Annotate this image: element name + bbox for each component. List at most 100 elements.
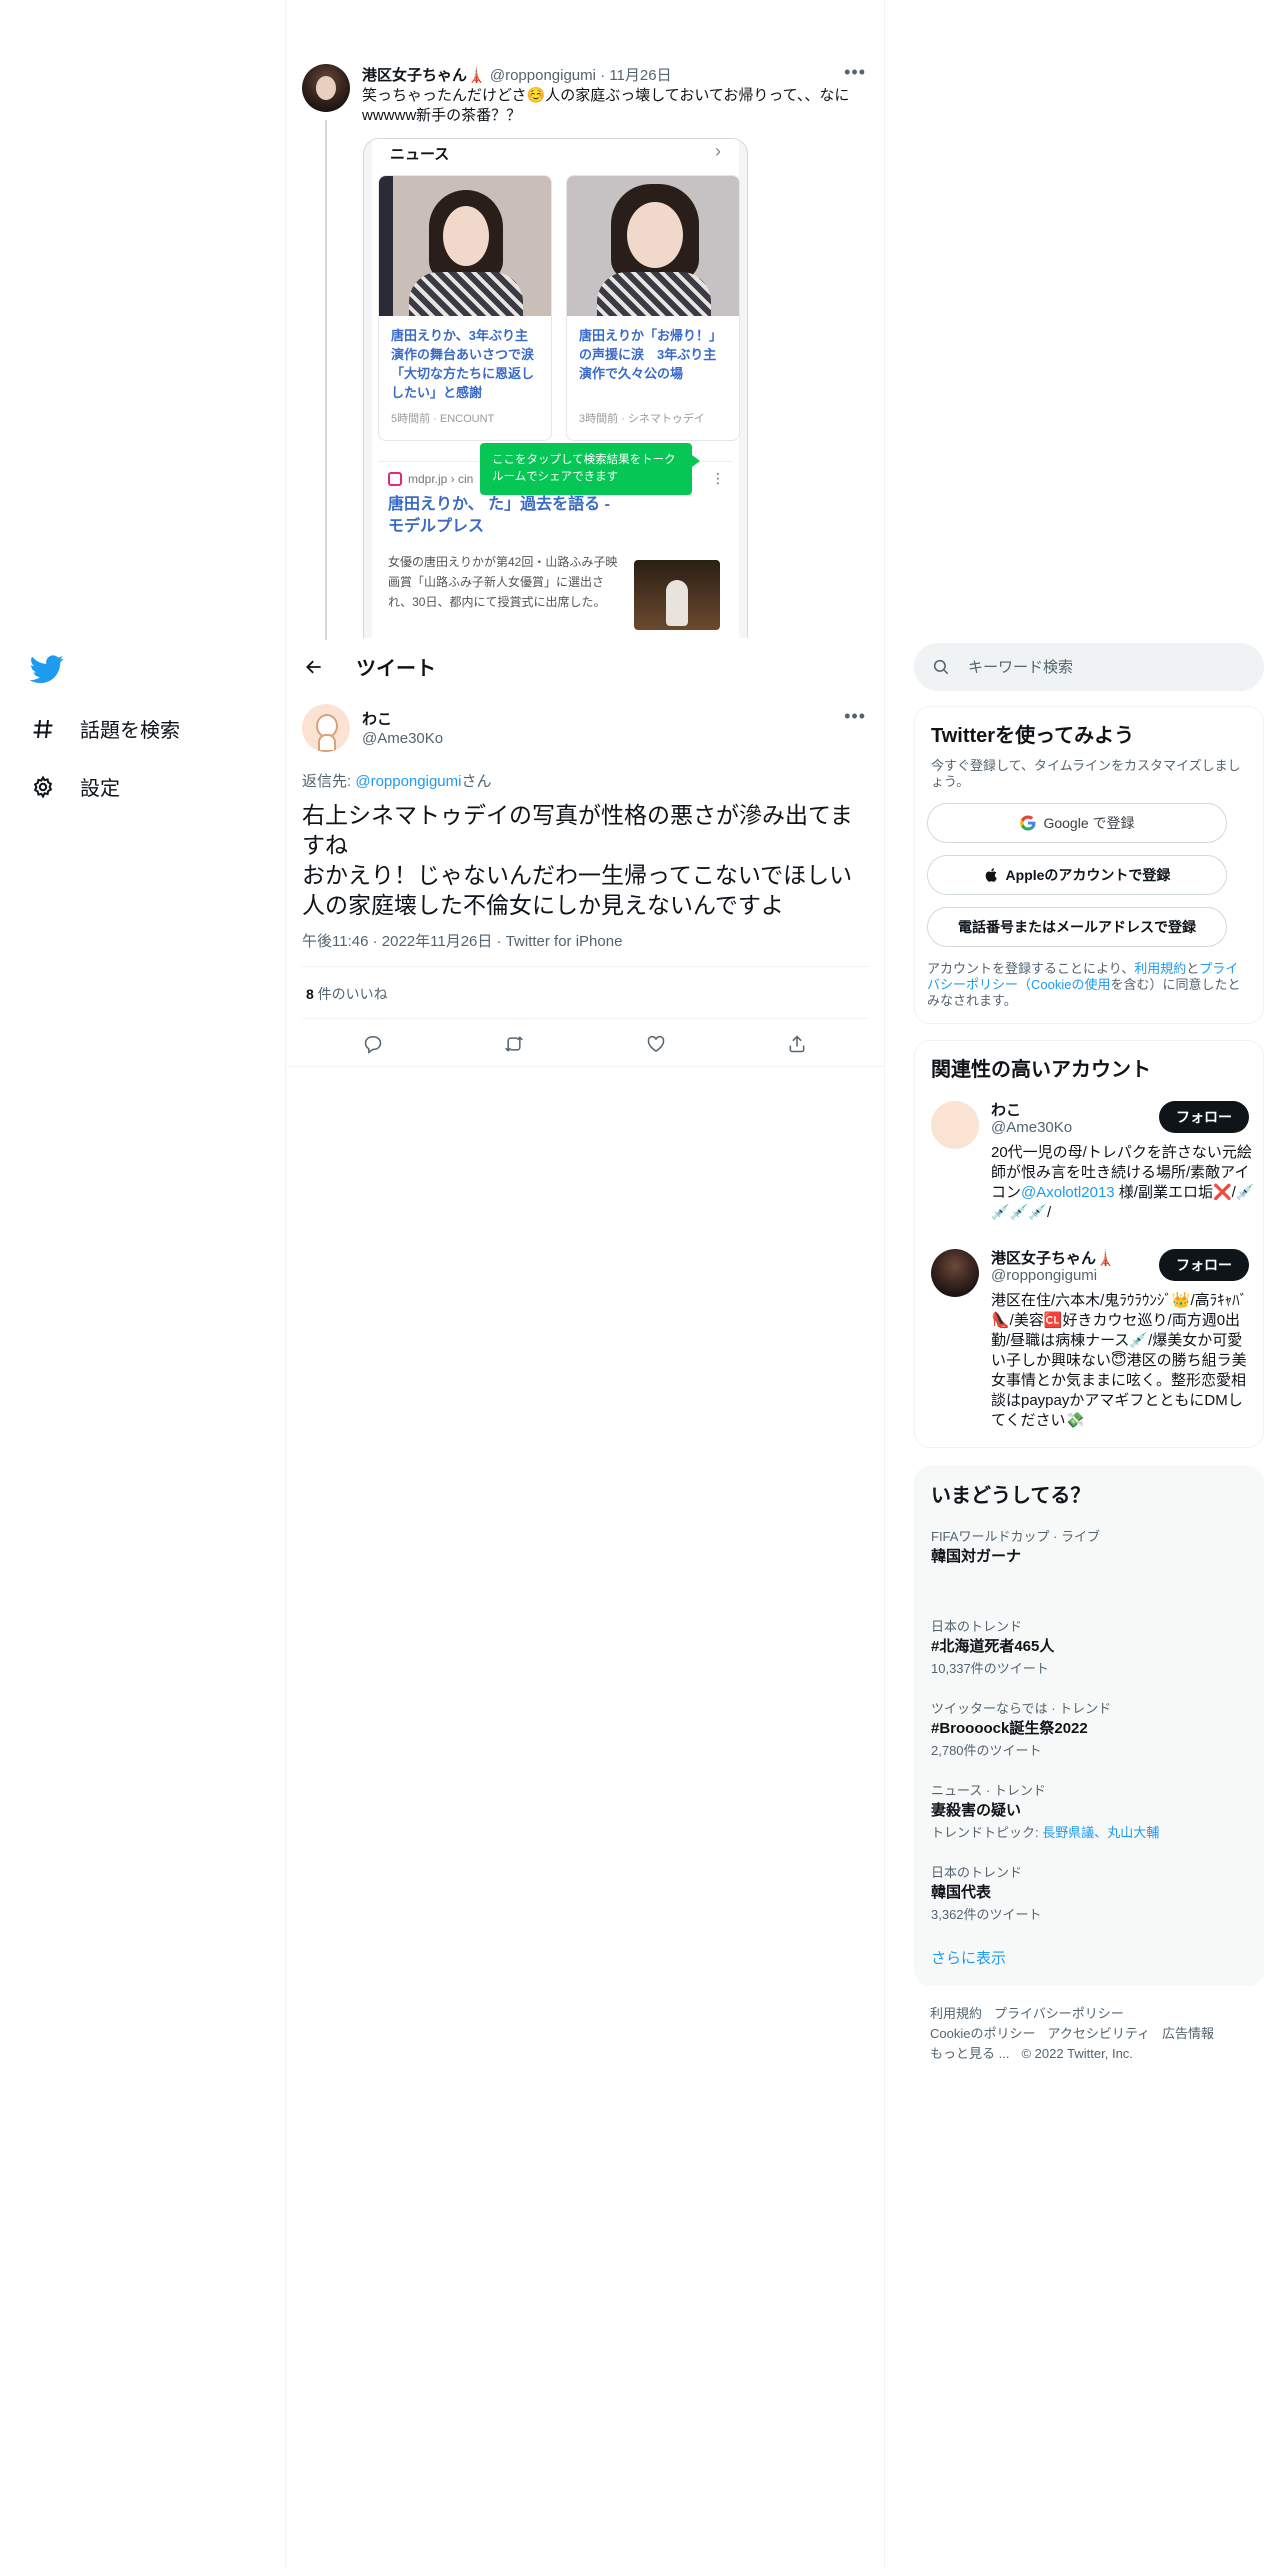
trend-name: 韓国対ガーナ — [931, 1548, 1022, 1565]
avatar[interactable] — [302, 704, 350, 752]
follow-button[interactable]: フォロー — [1159, 1249, 1249, 1281]
result-title: 唐田えりか、 た」過去を語る - モデルプレス — [388, 496, 610, 535]
search-input[interactable] — [968, 658, 1228, 676]
tweet-timestamp[interactable]: 午後11:46 · 2022年11月26日 · Twitter for iPho… — [302, 930, 622, 951]
divider — [286, 1066, 884, 1067]
trend-item[interactable]: ニュース · トレンド 妻殺害の疑い トレンドトピック: 長野県議、丸山大輔 — [931, 1783, 1249, 1841]
divider — [302, 966, 868, 967]
news-card-title: 唐田えりか、3年ぶり主演作の舞台あいさつで涙「大切な方たちに恩返ししたい」と感謝 — [391, 328, 535, 400]
trend-name: 韓国代表 — [931, 1884, 992, 1901]
terms-link[interactable]: 利用規約 — [1134, 961, 1186, 976]
back-button[interactable] — [296, 649, 332, 685]
screenshot-content: ニュース › 唐田えりか、3年ぶり主演作の舞台あいさつで涙「大切な方たちに恩返し… — [372, 139, 740, 638]
result-thumbnail — [634, 560, 720, 630]
trend-category: ツイッターならでは · トレンド — [931, 1701, 1112, 1716]
page-title: ツイート — [356, 658, 436, 680]
tweet-text-line: 右上シネマトゥデイの写真が性格の悪さが滲み出てますね — [302, 802, 853, 858]
like-button[interactable] — [638, 1026, 674, 1062]
reply-to-link[interactable]: @roppongigumi — [355, 773, 461, 790]
reply-prefix: 返信先: — [302, 773, 356, 790]
footer-privacy-link[interactable]: プライバシーポリシー — [994, 2006, 1124, 2021]
nav-settings-label: 設定 — [80, 778, 120, 800]
footer-more-link[interactable]: もっと見る ... — [930, 2046, 1009, 2061]
news-card: 唐田えりか「お帰り！」の声援に涙 3年ぶり主演作で久々公の場 3時間前 · シネ… — [566, 175, 740, 441]
trend-category: ニュース · トレンド — [931, 1783, 1046, 1798]
retweet-button[interactable] — [496, 1026, 532, 1062]
search-bar[interactable] — [914, 643, 1264, 691]
arrow-left-icon — [306, 660, 321, 673]
avatar[interactable] — [931, 1101, 979, 1149]
more-icon[interactable]: ••• — [844, 706, 866, 727]
chevron-right-icon: › — [715, 141, 721, 161]
footer-ads-link[interactable]: 広告情報 — [1162, 2026, 1214, 2041]
page-header: ツイート — [286, 640, 884, 693]
trend-item[interactable]: ツイッターならでは · トレンド #Broooock誕生祭2022 2,780件… — [931, 1701, 1249, 1759]
nav-explore[interactable]: 話題を検索 — [30, 714, 180, 743]
left-navigation: 話題を検索 設定 — [0, 0, 285, 2568]
likes-label: 件のいいね — [313, 986, 388, 1002]
reply-suffix: さん — [461, 773, 492, 790]
share-button[interactable] — [779, 1026, 815, 1062]
phone-email-signup-button[interactable]: 電話番号またはメールアドレスで登録 — [927, 907, 1227, 947]
mdpr-logo-icon — [388, 472, 402, 486]
more-vertical-icon: ⋮ — [711, 470, 725, 486]
gear-icon — [30, 774, 56, 800]
nav-settings[interactable]: 設定 — [30, 772, 120, 801]
google-signup-button[interactable]: Google で登録 — [927, 803, 1227, 843]
trend-category: FIFAワールドカップ · ライブ — [931, 1529, 1101, 1544]
trend-item[interactable]: 日本のトレンド #北海道死者465人 10,337件のツイート — [931, 1619, 1249, 1677]
news-header: ニュース — [390, 146, 450, 163]
user-name[interactable]: 港区女子ちゃん🗼 — [362, 67, 486, 84]
follow-button[interactable]: フォロー — [1159, 1101, 1249, 1133]
user-handle[interactable]: @roppongigumi — [490, 67, 596, 84]
trend-item[interactable]: FIFAワールドカップ · ライブ 韓国対ガーナ — [931, 1529, 1249, 1567]
trend-name: #Broooock誕生祭2022 — [931, 1720, 1088, 1737]
apple-signup-button[interactable]: Appleのアカウントで登録 — [927, 855, 1227, 895]
panel-subtitle: 今すぐ登録して、タイムラインをカスタマイズしましょう。 — [931, 758, 1241, 789]
likes-count-link[interactable]: 8 件のいいね — [306, 984, 388, 1004]
user-name: わこ — [991, 1102, 1022, 1119]
news-card-title: 唐田えりか「お帰り！」の声援に涙 3年ぶり主演作で久々公の場 — [579, 328, 723, 381]
divider — [302, 1018, 868, 1019]
bio-mention-link[interactable]: @Axolotl2013 — [1021, 1184, 1115, 1201]
result-snippet: 女優の唐田えりかが第42回・山路ふみ子映画賞「山路ふみ子新人女優賞」に選出され、… — [388, 555, 618, 609]
tweet-text: 右上シネマトゥデイの写真が性格の悪さが滲み出てますね おかえり！じゃないんだわ一… — [302, 800, 868, 920]
trend-name: 妻殺害の疑い — [931, 1802, 1022, 1819]
who-to-follow-panel: 関連性の高いアカウント わこ @Ame30Ko フォロー 20代一児の母/トレパ… — [914, 1040, 1264, 1448]
more-icon[interactable]: ••• — [844, 62, 866, 83]
attached-image[interactable]: ニュース › 唐田えりか、3年ぶり主演作の舞台あいさつで涙「大切な方たちに恩返し… — [363, 138, 748, 638]
show-more-link[interactable]: さらに表示 — [931, 1947, 1006, 1968]
heart-icon — [647, 1035, 665, 1052]
search-icon — [933, 659, 949, 675]
reply-icon — [364, 1036, 382, 1054]
trend-topics-link[interactable]: 長野県議、丸山大輔 — [1042, 1825, 1159, 1840]
panel-title: Twitterを使ってみよう — [931, 725, 1135, 747]
apple-signup-label: Appleのアカウントで登録 — [1005, 867, 1171, 883]
google-icon — [1020, 815, 1036, 831]
trend-item[interactable]: 日本のトレンド 韓国代表 3,362件のツイート — [931, 1865, 1249, 1923]
user-handle: @Ame30Ko — [991, 1119, 1073, 1136]
legal-text: と — [1186, 961, 1200, 976]
reply-button[interactable] — [355, 1026, 391, 1062]
tweet-time[interactable]: 11月26日 — [609, 67, 671, 84]
avatar[interactable] — [931, 1249, 979, 1297]
news-photo — [567, 176, 739, 316]
twitter-bird-icon[interactable] — [29, 652, 64, 686]
footer-terms-link[interactable]: 利用規約 — [930, 2006, 982, 2021]
google-signup-label: Google で登録 — [1043, 815, 1135, 831]
trends-panel: いまどうしてる？ FIFAワールドカップ · ライブ 韓国対ガーナ 日本のトレン… — [914, 1466, 1264, 1986]
tweet-text: 笑っちゃったんだけどさ☺️人の家庭ぶっ壊しておいてお帰りって、、なにwwwww新… — [362, 87, 850, 124]
parent-tweet-header: 港区女子ちゃん🗼 @roppongigumi · 11月26日 — [362, 64, 672, 85]
main-column: 港区女子ちゃん🗼 @roppongigumi · 11月26日 ••• 笑っちゃ… — [285, 0, 885, 2568]
retweet-icon — [505, 1036, 524, 1052]
phone-email-signup-label: 電話番号またはメールアドレスで登録 — [958, 919, 1196, 935]
footer-accessibility-link[interactable]: アクセシビリティ — [1047, 2026, 1150, 2041]
user-handle[interactable]: @Ame30Ko — [362, 730, 443, 747]
avatar[interactable] — [302, 64, 350, 112]
user-bio: 20代一児の母/トレパクを許さない元絵師が恨み言を吐き続ける場所/素敵アイコン@… — [991, 1143, 1255, 1223]
user-name[interactable]: わこ — [362, 708, 392, 729]
panel-title: 関連性の高いアカウント — [931, 1059, 1151, 1081]
signup-panel: Twitterを使ってみよう 今すぐ登録して、タイムラインをカスタマイズしましょ… — [914, 706, 1264, 1024]
footer-cookies-link[interactable]: Cookieのポリシー — [930, 2026, 1035, 2041]
user-bio: 港区在住/六本木/鬼ﾗｳﾗｳﾝｼﾞ👑/高ﾗｷｬﾊﾞ👠/美容🆑好きカウセ巡り/両方… — [991, 1292, 1248, 1429]
